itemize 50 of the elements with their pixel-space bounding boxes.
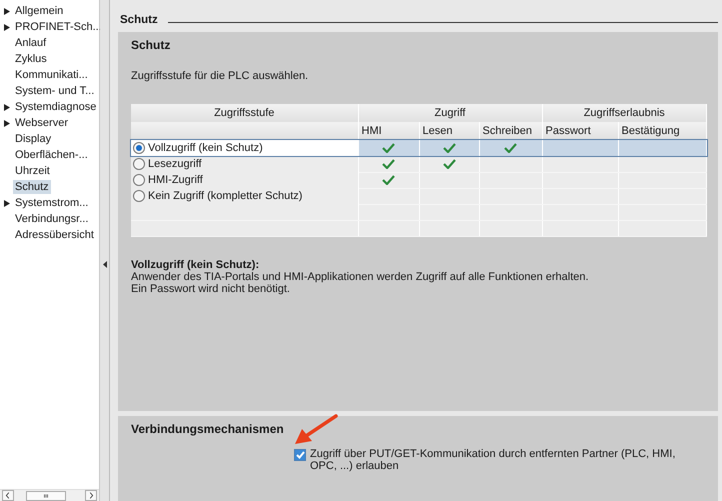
sidebar-item[interactable]: System- und T... xyxy=(13,84,96,98)
sidebar-item[interactable]: Display xyxy=(13,132,54,146)
column-header: HMI xyxy=(358,122,419,140)
access-level-radio[interactable]: HMI-Zugriff xyxy=(133,174,356,186)
column-header: Zugriffserlaubnis xyxy=(542,104,706,122)
panel-title: Schutz xyxy=(131,38,170,54)
column-header: Zugriffsstufe xyxy=(131,104,358,122)
sidebar-item[interactable]: Schutz xyxy=(13,180,51,194)
scroll-left-button[interactable] xyxy=(2,490,14,501)
checkbox-label[interactable]: Zugriff über PUT/GET-Kommunikation durch entfernten Partner (PLC, HMI, OPC, ...) erlauben xyxy=(310,448,694,472)
checkmark-icon xyxy=(382,159,395,170)
sidebar-item[interactable]: Verbindungsr... xyxy=(13,212,90,226)
expand-arrow-icon[interactable] xyxy=(4,104,10,110)
scroll-thumb[interactable] xyxy=(26,490,66,500)
description-text: Ein Passwort wird nicht benötigt. xyxy=(131,282,290,294)
description-title: Vollzugriff (kein Schutz): xyxy=(131,258,260,270)
description-text: Anwender des TIA-Portals und HMI-Applikationen werden Zugriff auf alle Funktionen erhalten. xyxy=(131,270,589,282)
column-header: Bestätigung xyxy=(618,122,706,140)
access-level-radio[interactable]: Lesezugriff xyxy=(133,158,356,170)
expand-arrow-icon[interactable] xyxy=(4,8,10,14)
column-header: Lesen xyxy=(419,122,479,140)
sidebar-item[interactable]: Anlauf xyxy=(13,36,48,50)
sidebar-item[interactable]: PROFINET-Sch... xyxy=(13,20,104,34)
checkmark-icon xyxy=(442,142,456,153)
expand-arrow-icon[interactable] xyxy=(4,24,10,30)
collapse-arrow-icon[interactable] xyxy=(102,261,106,268)
sidebar-item[interactable]: Systemdiagnose xyxy=(13,100,98,114)
sidebar-item[interactable]: Adressübersicht xyxy=(13,228,96,242)
expand-arrow-icon[interactable] xyxy=(4,120,10,126)
sidebar-item[interactable]: Systemstrom... xyxy=(13,196,90,210)
section-title: Schutz xyxy=(120,14,158,26)
expand-arrow-icon[interactable] xyxy=(4,200,10,206)
column-header: Schreiben xyxy=(479,122,542,140)
checkmark-icon xyxy=(382,175,395,186)
sidebar-item[interactable]: Kommunikati... xyxy=(13,68,90,82)
access-level-radio[interactable]: Kein Zugriff (kompletter Schutz) xyxy=(133,190,356,202)
sidebar-item[interactable]: Uhrzeit xyxy=(13,164,52,178)
column-header: Passwort xyxy=(542,122,618,140)
instruction-text: Zugriffsstufe für die PLC auswählen. xyxy=(131,70,308,82)
checkbox[interactable] xyxy=(294,448,306,460)
scroll-right-button[interactable] xyxy=(85,490,97,501)
checkmark-icon xyxy=(504,142,517,153)
sidebar-item[interactable]: Oberflächen-... xyxy=(13,148,90,162)
checkmark-icon xyxy=(442,159,456,170)
checkmark-icon xyxy=(382,142,395,153)
sidebar-item[interactable]: Allgemein xyxy=(13,4,66,18)
sidebar-item[interactable]: Webserver xyxy=(13,116,70,130)
sidebar-item[interactable]: Zyklus xyxy=(13,52,49,66)
column-header: Zugriff xyxy=(358,104,542,122)
panel-title: Verbindungsmechanismen xyxy=(131,422,284,438)
